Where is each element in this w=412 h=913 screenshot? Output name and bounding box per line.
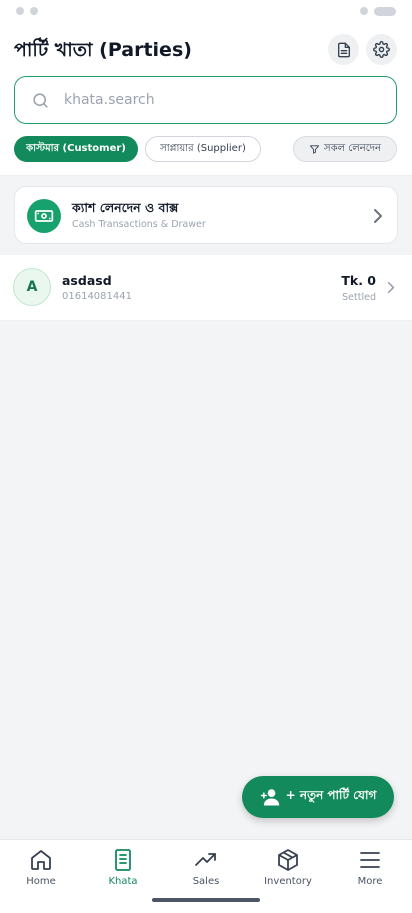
chevron-right-icon: [387, 281, 395, 294]
document-icon: [337, 42, 350, 57]
party-phone: 01614081441: [62, 291, 132, 302]
party-balance: Tk. 0: [341, 273, 376, 288]
filter-supplier-chip[interactable]: সাপ্লায়ার (Supplier): [145, 136, 261, 162]
menu-icon: [360, 852, 380, 868]
status-left: [16, 7, 38, 15]
header: পার্টি খাতা (Parties) কাস্টমার (Customer…: [0, 22, 412, 176]
nav-home-label: Home: [26, 876, 56, 887]
add-party-label: + নতুন পার্টি যোগ: [285, 788, 377, 802]
filter-label: সকল লেনদেন: [324, 142, 381, 154]
cash-card-subtitle: Cash Transactions & Drawer: [72, 219, 206, 230]
nav-more-label: More: [357, 876, 383, 887]
party-status: Settled: [342, 292, 376, 303]
filter-all-transactions-chip[interactable]: সকল লেনদেন: [293, 136, 397, 162]
search-input[interactable]: [64, 92, 354, 108]
box-icon: [278, 849, 298, 871]
home-indicator[interactable]: [152, 898, 260, 902]
cash-icon: [27, 199, 61, 233]
status-indicator-icon: [30, 7, 38, 15]
nav-inventory-label: Inventory: [264, 876, 312, 887]
status-indicator-icon: [16, 7, 24, 15]
avatar: A: [13, 268, 51, 306]
filter-customer-chip[interactable]: কাস্টমার (Customer): [14, 136, 138, 162]
home-icon: [31, 850, 51, 870]
settings-button[interactable]: [366, 34, 397, 65]
cash-card-title: ক্যাশ লেনদেন ও বাক্স: [72, 200, 179, 215]
trend-icon: [195, 853, 216, 866]
search-icon: [33, 92, 48, 108]
page-title: পার্টি খাতা (Parties): [14, 39, 192, 61]
add-party-button[interactable]: + নতুন পার্টি যোগ: [242, 776, 394, 818]
book-icon: [115, 849, 131, 871]
nav-inventory[interactable]: Inventory: [247, 848, 329, 892]
nav-more[interactable]: More: [329, 848, 411, 892]
gear-icon: [373, 41, 390, 58]
battery-icon: [374, 6, 396, 16]
nav-sales-label: Sales: [192, 876, 220, 887]
status-bar: [0, 0, 412, 22]
add-user-icon: [260, 789, 279, 806]
party-name: asdasd: [62, 273, 112, 288]
nav-sales[interactable]: Sales: [165, 848, 247, 892]
filter-icon: [309, 144, 320, 154]
chevron-right-icon: [374, 209, 382, 223]
party-list-item[interactable]: A asdasd 01614081441 Tk. 0 Settled: [0, 255, 412, 321]
signal-icon: [360, 7, 368, 15]
status-right: [360, 6, 396, 16]
report-button[interactable]: [328, 34, 359, 65]
search-box[interactable]: [14, 76, 397, 124]
nav-khata[interactable]: Khata: [82, 848, 164, 892]
nav-home[interactable]: Home: [0, 848, 82, 892]
cash-transactions-card[interactable]: ক্যাশ লেনদেন ও বাক্স Cash Transactions &…: [14, 186, 398, 244]
nav-khata-label: Khata: [108, 876, 138, 887]
